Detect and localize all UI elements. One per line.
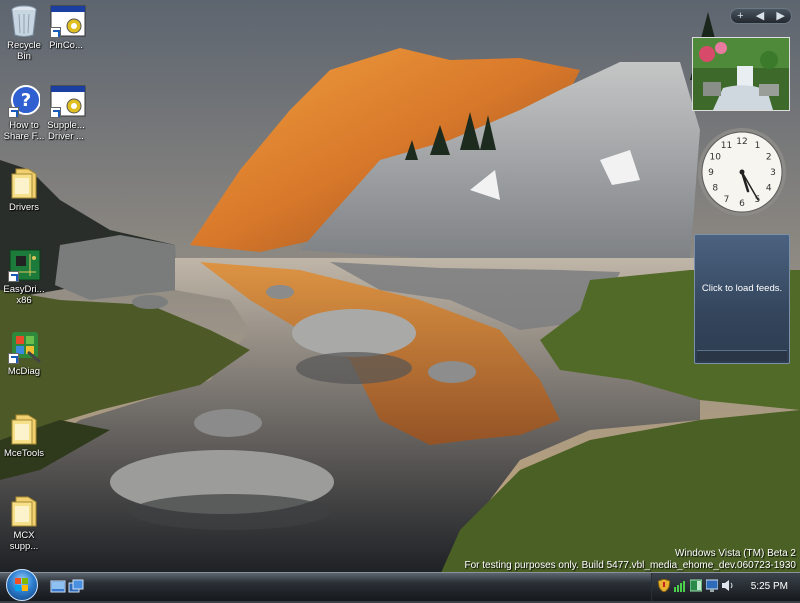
clock-numeral: 1 bbox=[755, 141, 761, 151]
folder-icon bbox=[8, 166, 40, 200]
desktop-icon-mcx-support[interactable]: MCX supp... bbox=[0, 494, 48, 552]
clock-numeral: 11 bbox=[721, 141, 732, 151]
notification-area: 5:25 PM bbox=[651, 573, 800, 601]
recycle-bin-icon bbox=[8, 4, 40, 38]
desktop-wallpaper bbox=[0, 0, 800, 600]
clock-numeral: 2 bbox=[766, 153, 772, 163]
desktop-icon-how-to-share[interactable]: ? How to Share F... bbox=[0, 84, 48, 142]
network-icon[interactable] bbox=[674, 579, 686, 592]
desktop-icons: Recycle Bin PinCo... ? How to Share F... bbox=[0, 0, 100, 570]
monitor-icon[interactable] bbox=[706, 579, 718, 592]
start-button[interactable] bbox=[6, 569, 38, 601]
switch-windows-icon[interactable] bbox=[68, 579, 84, 595]
desktop-icon-mcetools[interactable]: MceTools bbox=[0, 412, 48, 459]
clock-numeral: 12 bbox=[736, 137, 747, 147]
sidebar-controls: + ◀ ▶ bbox=[730, 8, 792, 24]
clock-numeral: 6 bbox=[739, 199, 745, 209]
clock-face: 123456789101112 bbox=[698, 128, 786, 216]
desktop-icon-supplemental-driver[interactable]: Supple... Driver ... bbox=[42, 84, 90, 142]
window-shortcut-icon bbox=[50, 4, 86, 38]
clock-numeral: 3 bbox=[770, 168, 776, 178]
taskbar-clock[interactable]: 5:25 PM bbox=[751, 581, 788, 592]
diagnostic-icon bbox=[8, 330, 41, 364]
clock-numeral: 7 bbox=[724, 195, 730, 205]
clock-numeral: 10 bbox=[709, 153, 721, 163]
clock-gadget[interactable]: 123456789101112 bbox=[694, 124, 790, 220]
desktop-icon-drivers[interactable]: Drivers bbox=[0, 166, 48, 213]
feed-load-prompt[interactable]: Click to load feeds. bbox=[695, 283, 789, 294]
show-desktop-icon[interactable] bbox=[50, 579, 66, 595]
add-gadget-button[interactable]: + bbox=[737, 9, 743, 23]
taskbar: 5:25 PM bbox=[0, 569, 800, 601]
feed-gadget-footer bbox=[697, 350, 787, 361]
folder-icon bbox=[8, 412, 40, 446]
svg-text:?: ? bbox=[21, 90, 31, 111]
sidebar-icon[interactable] bbox=[690, 579, 702, 592]
circuit-board-icon bbox=[8, 248, 41, 282]
desktop-icon-mcdiag[interactable]: McDiag bbox=[0, 330, 48, 377]
build-watermark: Windows Vista (TM) Beta 2 For testing pu… bbox=[464, 548, 796, 572]
window-shortcut-icon bbox=[50, 84, 86, 118]
clock-numeral: 8 bbox=[712, 184, 718, 194]
windows-logo-icon bbox=[15, 578, 28, 591]
watermark-build: For testing purposes only. Build 5477.vb… bbox=[464, 560, 796, 571]
slideshow-gadget[interactable] bbox=[692, 37, 790, 111]
watermark-product: Windows Vista (TM) Beta 2 bbox=[675, 548, 796, 559]
clock-numeral: 9 bbox=[708, 168, 714, 178]
volume-icon[interactable] bbox=[722, 579, 734, 592]
previous-page-button[interactable]: ◀ bbox=[756, 9, 764, 23]
desktop-icon-recycle-bin[interactable]: Recycle Bin bbox=[0, 4, 48, 62]
feed-headlines-gadget[interactable]: Click to load feeds. bbox=[694, 234, 790, 364]
slideshow-image bbox=[693, 38, 789, 110]
folder-icon bbox=[8, 494, 40, 528]
security-shield-icon[interactable] bbox=[658, 579, 670, 592]
next-page-button[interactable]: ▶ bbox=[776, 9, 784, 23]
help-icon: ? bbox=[8, 84, 41, 118]
clock-numeral: 4 bbox=[766, 184, 772, 194]
desktop-icon-easydriver[interactable]: EasyDri... x86 bbox=[0, 248, 48, 306]
desktop-icon-pinco[interactable]: PinCo... bbox=[42, 4, 90, 51]
